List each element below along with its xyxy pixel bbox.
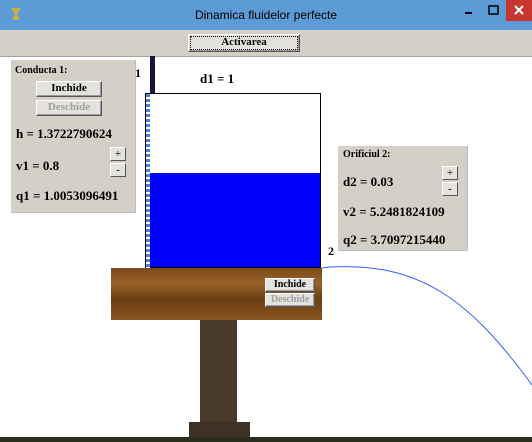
water-jet [321,266,532,386]
